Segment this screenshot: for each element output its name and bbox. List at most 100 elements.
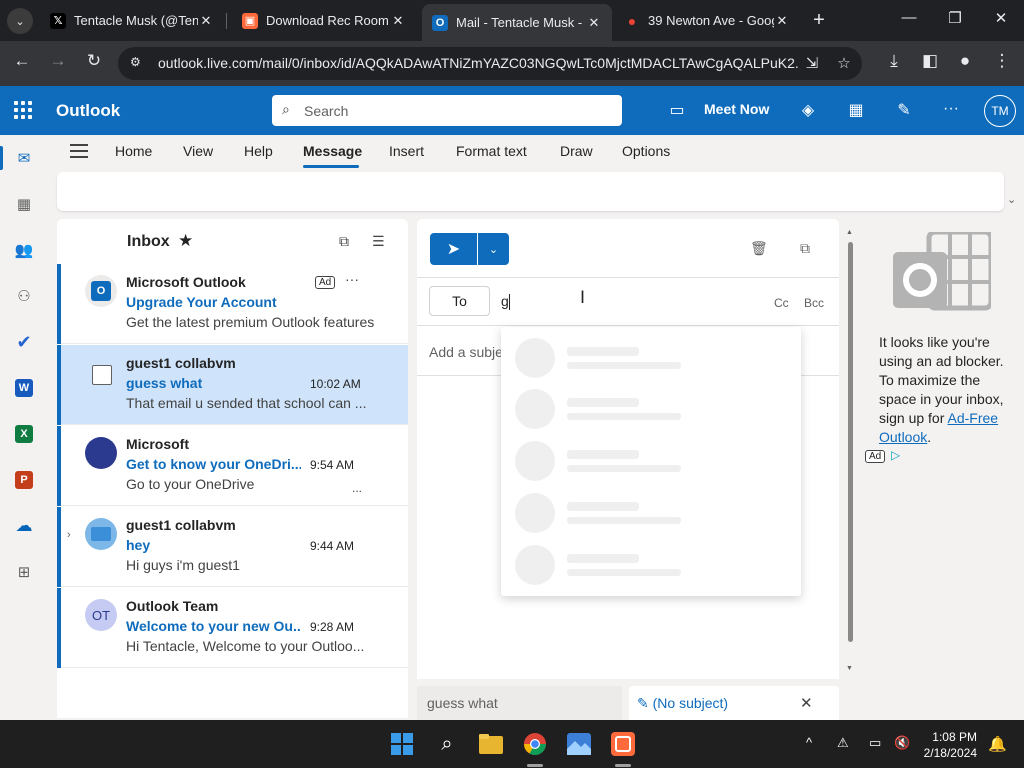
draft-tab[interactable]: guess what xyxy=(417,686,622,720)
close-icon[interactable]: ✕ xyxy=(800,694,813,712)
meet-now-icon[interactable]: ▭ xyxy=(666,100,688,120)
teams-icon[interactable]: ◈ xyxy=(797,100,819,120)
back-button[interactable]: ← xyxy=(10,51,34,71)
tab-twitter[interactable]: 𝕏 Tentacle Musk (@Tenta ✕ xyxy=(40,6,224,35)
tab-options[interactable]: Options xyxy=(622,143,670,159)
windows-start-icon[interactable] xyxy=(389,731,415,757)
app-launcher-icon[interactable] xyxy=(14,101,32,119)
chrome-icon[interactable] xyxy=(522,731,548,757)
list-item[interactable]: Microsoft Get to know your OneDri... 9:5… xyxy=(57,426,408,506)
scroll-up-icon[interactable]: ▲ xyxy=(846,229,853,236)
to-field[interactable]: g xyxy=(501,293,510,311)
chrome-menu-icon[interactable]: ⋮ xyxy=(990,51,1014,71)
list-item[interactable]: › guest1 collabvm hey 9:44 AM Hi guys i'… xyxy=(57,507,408,587)
more-options-icon[interactable]: ··· xyxy=(345,271,359,287)
url-text[interactable]: outlook.live.com/mail/0/inbox/id/AQQkADA… xyxy=(158,55,798,71)
bcc-button[interactable]: Bcc xyxy=(804,296,824,310)
display-icon[interactable]: ▭ xyxy=(869,735,881,751)
to-button[interactable]: To xyxy=(429,286,490,316)
select-checkbox[interactable] xyxy=(92,365,112,385)
adchoices-icon[interactable]: ▷ xyxy=(891,448,900,462)
groups-icon[interactable]: ⚇ xyxy=(12,284,36,308)
todo-icon[interactable]: ✔ xyxy=(12,330,36,354)
reload-button[interactable]: ↻ xyxy=(82,51,106,71)
word-icon[interactable]: W xyxy=(12,376,36,400)
site-info-icon[interactable]: ⚙ xyxy=(130,55,146,71)
side-panel-icon[interactable]: ◧ xyxy=(918,51,942,71)
tab-help[interactable]: Help xyxy=(244,143,273,159)
compose-scrollbar[interactable]: ▲ ▼ xyxy=(846,229,854,679)
volume-mute-icon[interactable]: 🔇 xyxy=(894,735,910,751)
close-icon[interactable]: ✕ xyxy=(390,13,406,29)
cc-button[interactable]: Cc xyxy=(774,296,789,310)
excel-icon[interactable]: X xyxy=(12,422,36,446)
onedrive-icon[interactable]: ☁ xyxy=(12,514,36,538)
list-item[interactable]: guest1 collabvm guess what 10:02 AM That… xyxy=(57,345,408,425)
more-options-icon[interactable]: ··· xyxy=(940,100,962,118)
tab-home[interactable]: Home xyxy=(115,143,152,159)
tab-draw[interactable]: Draw xyxy=(560,143,593,159)
filter-icon[interactable]: ☰ xyxy=(372,233,385,250)
system-clock[interactable]: 1:08 PM 2/18/2024 xyxy=(917,729,977,761)
bookmark-star-icon[interactable]: ☆ xyxy=(834,54,854,74)
tab-search-button[interactable]: ⌄ xyxy=(7,8,33,34)
pop-out-icon[interactable]: ⧉ xyxy=(800,240,810,257)
scroll-thumb[interactable] xyxy=(848,242,853,642)
clock-date: 2/18/2024 xyxy=(923,746,977,760)
close-window-button[interactable]: ✕ xyxy=(989,9,1013,27)
ribbon-commands xyxy=(57,172,1004,211)
chevron-up-icon[interactable]: ^ xyxy=(806,735,812,750)
preview: Hi Tentacle, Welcome to your Outloo... xyxy=(126,638,365,654)
tab-format-text[interactable]: Format text xyxy=(456,143,527,159)
close-icon[interactable]: ✕ xyxy=(198,13,214,29)
select-mode-icon[interactable]: ⧉ xyxy=(339,233,349,250)
recroom-icon[interactable] xyxy=(610,731,636,757)
close-icon[interactable]: ✕ xyxy=(774,13,790,29)
restore-button[interactable]: ❐ xyxy=(943,9,967,27)
favorite-star-icon[interactable]: ★ xyxy=(178,231,193,251)
to-field-value: g xyxy=(501,293,509,309)
scroll-down-icon[interactable]: ▼ xyxy=(846,665,853,672)
new-tab-button[interactable]: + xyxy=(808,9,830,32)
office-icon[interactable]: ▦ xyxy=(845,100,867,120)
address-bar[interactable]: ⚙ outlook.live.com/mail/0/inbox/id/AQQkA… xyxy=(118,47,862,80)
install-app-icon[interactable]: ⇲ xyxy=(802,54,822,74)
more-apps-icon[interactable]: ⊞ xyxy=(12,560,36,584)
meet-now-button[interactable]: Meet Now xyxy=(704,101,769,117)
tab-message[interactable]: Message xyxy=(303,143,362,159)
powerpoint-icon[interactable]: P xyxy=(12,468,36,492)
my-day-icon[interactable]: ✎ xyxy=(893,100,915,120)
search-input[interactable]: ⌕ Search xyxy=(272,95,622,126)
chevron-right-icon[interactable]: › xyxy=(67,529,71,541)
send-button[interactable]: ➤ xyxy=(430,233,477,265)
mail-icon[interactable]: ✉ xyxy=(12,146,36,170)
notifications-bell-icon[interactable]: 🔔 xyxy=(988,735,1007,753)
photos-icon[interactable] xyxy=(566,731,592,757)
file-explorer-icon[interactable] xyxy=(478,731,504,757)
search-icon[interactable]: ⌕ xyxy=(434,731,460,757)
tab-insert[interactable]: Insert xyxy=(389,143,424,159)
draft-tab-active[interactable]: ✎ (No subject) ✕ xyxy=(629,686,839,720)
subject-field[interactable]: Add a subje xyxy=(429,344,503,360)
app-title[interactable]: Outlook xyxy=(56,101,120,121)
network-icon[interactable]: ⚠ xyxy=(837,735,849,751)
minimize-button[interactable]: — xyxy=(897,9,921,26)
list-item[interactable]: OT Outlook Team Welcome to your new Ou..… xyxy=(57,588,408,668)
chevron-down-icon[interactable]: ⌄ xyxy=(1007,193,1016,206)
tab-google-maps[interactable]: ● 39 Newton Ave - Goog ✕ xyxy=(614,6,800,35)
list-item-ad[interactable]: O Microsoft Outlook Ad ··· Upgrade Your … xyxy=(57,264,408,344)
close-icon[interactable]: ✕ xyxy=(586,15,602,31)
account-avatar[interactable]: TM xyxy=(984,95,1016,127)
discard-icon[interactable]: 🗑 xyxy=(750,240,768,257)
forward-button[interactable]: → xyxy=(46,51,70,71)
people-icon[interactable]: 👥 xyxy=(12,238,36,262)
downloads-icon[interactable]: ⤓ xyxy=(882,51,906,71)
tab-rec-room[interactable]: ▣ Download Rec Room ✕ xyxy=(232,6,416,35)
send-options-button[interactable]: ⌄ xyxy=(478,233,509,265)
received-time: 9:44 AM xyxy=(310,539,355,553)
hamburger-menu-icon[interactable] xyxy=(70,144,88,162)
tab-outlook-mail[interactable]: O Mail - Tentacle Musk - ✕ xyxy=(422,4,612,41)
profile-icon[interactable]: ● xyxy=(953,51,977,71)
tab-view[interactable]: View xyxy=(183,143,213,159)
calendar-icon[interactable]: ▦ xyxy=(12,192,36,216)
